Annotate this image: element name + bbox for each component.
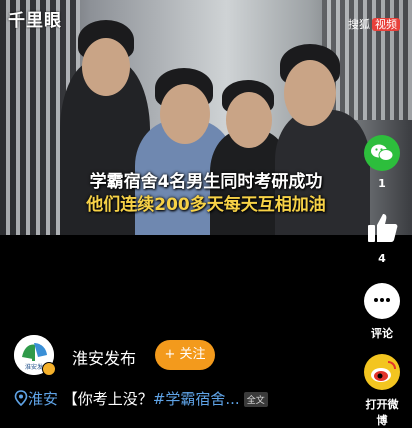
- wechat-icon: [364, 135, 400, 171]
- post-text: 【你考上没？: [62, 390, 153, 408]
- weibo-icon: [364, 354, 400, 390]
- account-name[interactable]: 淮安发布: [72, 345, 136, 369]
- hashtag-link[interactable]: #学霸宿舍...: [153, 390, 240, 408]
- open-weibo-label: 打开微博: [365, 398, 399, 427]
- comment-button[interactable]: 评论: [362, 283, 402, 341]
- video-caption-line2: 他们连续200多天每天互相加油: [86, 195, 326, 215]
- avatar-text: 淮安发: [25, 363, 43, 371]
- like-button[interactable]: 4: [362, 210, 402, 265]
- post-text-line: 淮安 【你考上没？#学霸宿舍... 全文: [14, 388, 314, 410]
- video-player[interactable]: 千里眼 搜狐 视频 学霸宿舍4名男生同时考研成功 他们连续200多天每天互相加油: [0, 0, 412, 235]
- like-count: 4: [378, 252, 386, 265]
- comment-label: 评论: [371, 327, 393, 340]
- watermark-logo: 千里眼: [8, 11, 62, 31]
- share-wechat-button[interactable]: 1: [362, 135, 402, 190]
- student-4-face: [284, 60, 336, 126]
- full-text-button[interactable]: 全文: [243, 392, 268, 407]
- comment-icon: [364, 283, 400, 319]
- location-link[interactable]: 淮安: [28, 390, 58, 408]
- student-3-face: [226, 92, 272, 148]
- student-2-face: [160, 84, 210, 144]
- follow-button[interactable]: + 关注: [155, 340, 215, 370]
- video-caption-line1: 学霸宿舍4名男生同时考研成功: [89, 172, 323, 192]
- verified-badge-icon: [42, 362, 56, 376]
- student-1-face: [82, 38, 130, 96]
- location-pin-icon: [14, 389, 28, 410]
- wechat-share-count: 1: [378, 177, 386, 190]
- watermark-source: 搜狐 视频: [348, 16, 400, 32]
- thumbs-up-icon: [364, 210, 400, 246]
- open-weibo-button[interactable]: 打开微博: [362, 354, 402, 428]
